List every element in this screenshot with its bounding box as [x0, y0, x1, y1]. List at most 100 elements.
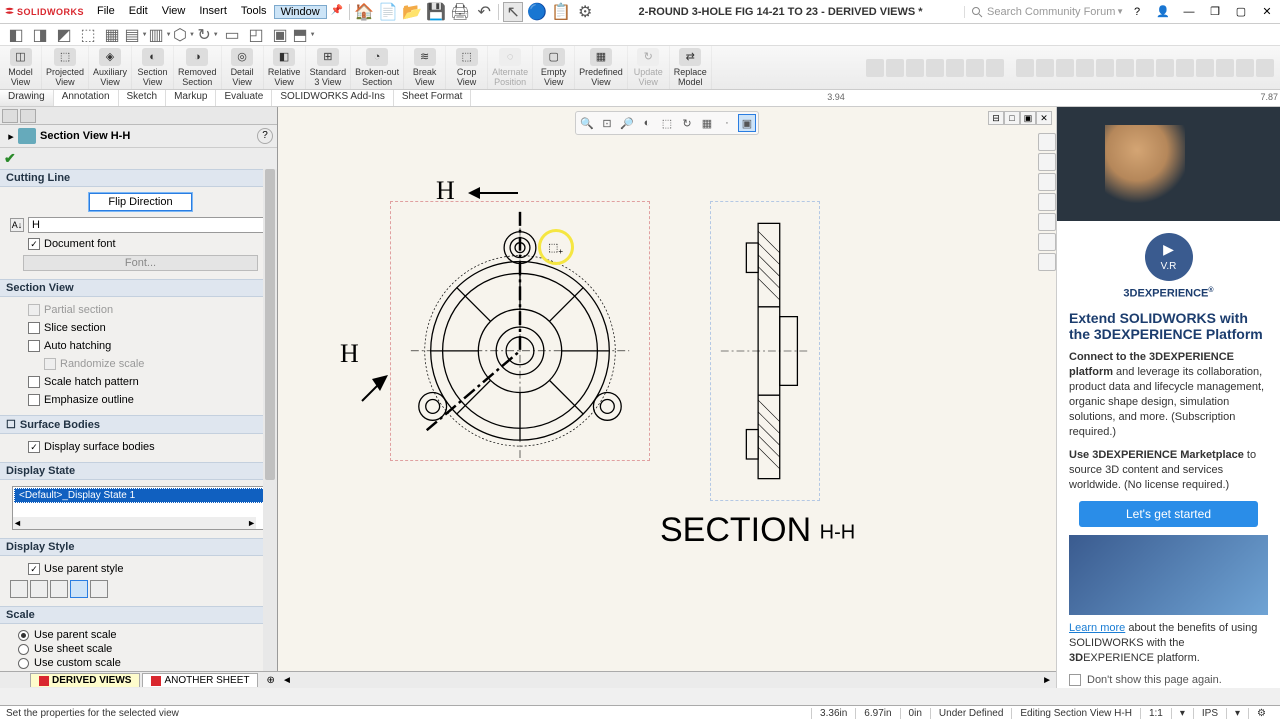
cmd-crop-view[interactable]: ⬚CropView	[446, 46, 488, 89]
cmd-replace-model[interactable]: ⇄ReplaceModel	[670, 46, 712, 89]
hud-hide[interactable]: ▦	[698, 114, 716, 132]
tab-evaluate[interactable]: Evaluate	[216, 90, 272, 106]
vc-4[interactable]: ✕	[1036, 111, 1052, 125]
minimize-icon[interactable]: —	[1176, 0, 1202, 24]
menu-tools[interactable]: Tools	[234, 5, 274, 19]
use-parent-style-checkbox[interactable]: ✓	[28, 563, 40, 575]
user-icon[interactable]: 👤	[1150, 0, 1176, 24]
close-icon[interactable]: ✕	[1254, 0, 1280, 24]
rb-11[interactable]	[1076, 59, 1094, 77]
emphasize-checkbox[interactable]	[28, 394, 40, 406]
display-state-list[interactable]: <Default>_Display State 1 ◄►	[12, 486, 269, 530]
scale-parent-radio[interactable]	[18, 630, 29, 641]
undo-icon[interactable]: ↶	[474, 2, 494, 22]
tab-markup[interactable]: Markup	[166, 90, 216, 106]
display-style-header[interactable]: Display Style⌃	[0, 538, 277, 556]
tb-icon-10[interactable]: ▭	[222, 26, 242, 44]
rb-16[interactable]	[1176, 59, 1194, 77]
status-arrow2[interactable]: ▾	[1226, 708, 1248, 719]
style-hidden-visible[interactable]	[30, 580, 48, 598]
tb-icon-9[interactable]: ↻	[198, 26, 218, 44]
cmd-projected-view[interactable]: ⬚ProjectedView	[42, 46, 89, 89]
pm-scrollbar[interactable]	[263, 169, 277, 688]
section-view-header[interactable]: Section View⌃	[0, 279, 277, 297]
cutting-line-header[interactable]: Cutting Line⌃	[0, 169, 277, 187]
hud-zoom-area[interactable]: ⊡	[598, 114, 616, 132]
rb-4[interactable]	[926, 59, 944, 77]
hud-prev[interactable]: 🔎	[618, 114, 636, 132]
settings-icon[interactable]: ⚙	[575, 2, 595, 22]
sp-3[interactable]	[1038, 173, 1056, 191]
front-view[interactable]	[390, 201, 650, 461]
tb-icon-6[interactable]: ▤	[126, 26, 146, 44]
tab-addins[interactable]: SOLIDWORKS Add-Ins	[272, 90, 393, 106]
rb-12[interactable]	[1096, 59, 1114, 77]
tb-icon-2[interactable]: ◨	[30, 26, 50, 44]
restore-icon[interactable]: ❐	[1202, 0, 1228, 24]
select-icon[interactable]: ↖	[503, 2, 523, 22]
tab-sheetformat[interactable]: Sheet Format	[394, 90, 472, 106]
rb-14[interactable]	[1136, 59, 1154, 77]
drawing-canvas[interactable]: 🔍 ⊡ 🔎 ◐ ⬚ ↻ ▦ · ▣ ⊟ □ ▣ ✕ H H	[278, 107, 1056, 688]
promo-cta-button[interactable]: Let's get started	[1079, 501, 1258, 527]
tb-icon-7[interactable]: ▥	[150, 26, 170, 44]
rb-2[interactable]	[886, 59, 904, 77]
cmd-auxiliary-view[interactable]: ◈AuxiliaryView	[89, 46, 132, 89]
print-icon[interactable]: 🖨	[450, 2, 470, 22]
doc-font-checkbox[interactable]: ✓	[28, 238, 40, 250]
status-arrow[interactable]: ▾	[1171, 708, 1193, 719]
cmd-brokenout[interactable]: ◔Broken-outSection	[351, 46, 404, 89]
sp-1[interactable]	[1038, 133, 1056, 151]
rb-20[interactable]	[1256, 59, 1274, 77]
search-box[interactable]: Search Community Forum ▼	[964, 6, 1124, 18]
menu-pin[interactable]: 📌	[327, 5, 347, 19]
surface-bodies-header[interactable]: ☐Surface Bodies⌃	[0, 415, 277, 434]
vc-2[interactable]: □	[1004, 111, 1020, 125]
tab-sketch[interactable]: Sketch	[119, 90, 167, 106]
rb-15[interactable]	[1156, 59, 1174, 77]
tb-icon-5[interactable]: ▦	[102, 26, 122, 44]
style-hidden-removed[interactable]	[50, 580, 68, 598]
hud-view[interactable]: ⬚	[658, 114, 676, 132]
rb-1[interactable]	[866, 59, 884, 77]
rb-17[interactable]	[1196, 59, 1214, 77]
tb-icon-3[interactable]: ◩	[54, 26, 74, 44]
rb-13[interactable]	[1116, 59, 1134, 77]
tab-drawing[interactable]: Drawing	[0, 90, 54, 106]
menu-edit[interactable]: Edit	[122, 5, 155, 19]
cmd-removed-section[interactable]: ◑RemovedSection	[174, 46, 222, 89]
tb-icon-11[interactable]: ◰	[246, 26, 266, 44]
pm-back[interactable]: ▸	[4, 130, 18, 143]
new-icon[interactable]: 📄	[378, 2, 398, 22]
cmd-predefined-view[interactable]: ▦PredefinedView	[575, 46, 628, 89]
tb-icon-13[interactable]: ⬒	[294, 26, 314, 44]
hud-apply[interactable]: ▣	[738, 114, 756, 132]
sheet-derived-views[interactable]: DERIVED VIEWS	[30, 673, 140, 687]
rb-9[interactable]	[1036, 59, 1054, 77]
cmd-relative-view[interactable]: ◧RelativeView	[264, 46, 306, 89]
vc-1[interactable]: ⊟	[988, 111, 1004, 125]
pm-confirm-ok[interactable]: ✔	[4, 150, 16, 166]
scale-custom-radio[interactable]	[18, 658, 29, 669]
rb-6[interactable]	[966, 59, 984, 77]
rb-5[interactable]	[946, 59, 964, 77]
tb-icon-4[interactable]: ⬚	[78, 26, 98, 44]
rb-18[interactable]	[1216, 59, 1234, 77]
hud-display[interactable]: ↻	[678, 114, 696, 132]
cmd-break-view[interactable]: ≋BreakView	[404, 46, 446, 89]
rb-10[interactable]	[1056, 59, 1074, 77]
slice-checkbox[interactable]	[28, 322, 40, 334]
rb-8[interactable]	[1016, 59, 1034, 77]
tb-icon-12[interactable]: ▣	[270, 26, 290, 44]
scale-header[interactable]: Scale⌃	[0, 606, 277, 624]
cmd-empty-view[interactable]: ▢EmptyView	[533, 46, 575, 89]
sp-4[interactable]	[1038, 193, 1056, 211]
maximize-icon[interactable]: ▢	[1228, 0, 1254, 24]
hud-edit[interactable]: ·	[718, 114, 736, 132]
pm-tab-2[interactable]	[20, 109, 36, 123]
save-icon[interactable]: 💾	[426, 2, 446, 22]
rb-3[interactable]	[906, 59, 924, 77]
style-wireframe[interactable]	[10, 580, 28, 598]
status-gear-icon[interactable]: ⚙	[1248, 708, 1274, 719]
display-state-header[interactable]: Display State⌃	[0, 462, 277, 480]
